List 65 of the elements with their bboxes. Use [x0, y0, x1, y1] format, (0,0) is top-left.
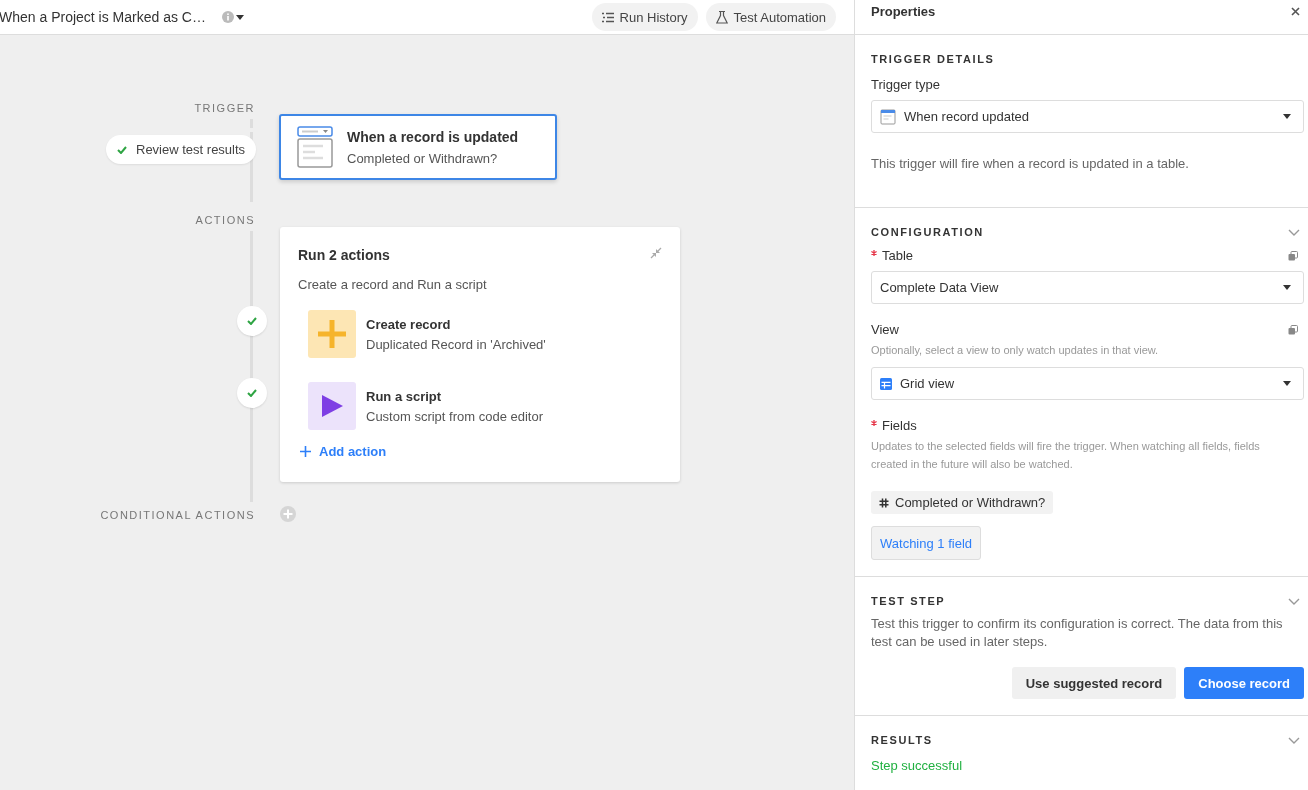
actions-card[interactable]: Run 2 actions Create a record and Run a script Create record Duplicated Record in 'Archived' Run a script Custom script from code editor Add action: [280, 227, 680, 482]
hash-icon: [879, 497, 889, 508]
conditional-actions-label: CONDITIONAL ACTIONS: [100, 509, 255, 521]
check-icon: [117, 145, 127, 154]
trigger-title: When a record is updated: [347, 128, 519, 145]
field-hint: Optionally, select a view to only watch updates in that view.: [871, 343, 1160, 358]
add-icon[interactable]: [280, 506, 296, 522]
choose-record-button[interactable]: Choose record: [1184, 667, 1304, 699]
trigger-description: This trigger will fire when a record is updated in a table.: [871, 155, 1190, 173]
collapse-icon[interactable]: [650, 247, 662, 259]
required-icon: [871, 420, 877, 426]
table-dropdown[interactable]: Complete Data View: [871, 271, 1304, 304]
caret-icon: [1283, 381, 1291, 386]
close-icon[interactable]: [1291, 6, 1300, 16]
plus-icon: [308, 310, 356, 358]
add-action-link[interactable]: Add action: [300, 444, 387, 459]
trigger-type-dropdown[interactable]: When record updated: [871, 100, 1304, 133]
plus-icon: [300, 446, 311, 457]
trigger-label: TRIGGER: [194, 102, 255, 114]
check-icon: [247, 389, 257, 397]
actions-label: ACTIONS: [195, 214, 255, 226]
panel-title: Properties: [871, 3, 936, 19]
field-label: Table: [871, 248, 914, 263]
info-menu[interactable]: [221, 11, 244, 23]
expand-icon[interactable]: [1288, 250, 1298, 261]
test-automation-button[interactable]: Test Automation: [705, 3, 836, 31]
field-label: Fields: [871, 418, 917, 433]
review-test-results-button[interactable]: Review test results: [106, 135, 257, 164]
field-label: Trigger type: [871, 77, 940, 92]
result-status: Step successful: [871, 758, 964, 773]
expand-icon[interactable]: [1288, 324, 1298, 335]
actions-subtitle: Create a record and Run a script: [298, 277, 488, 292]
record-form-icon: [880, 108, 896, 125]
section-heading: RESULTS: [871, 734, 933, 746]
action-title: Run a script: [366, 388, 443, 404]
grid-icon: [880, 377, 892, 390]
action-subtitle: Custom script from code editor: [366, 408, 543, 424]
caret-icon: [1283, 285, 1291, 290]
test-step-description: Test this trigger to confirm its configuration is correct. The data from this test can be used in later steps.: [871, 615, 1284, 651]
section-heading: CONFIGURATION: [871, 226, 984, 238]
view-dropdown[interactable]: Grid view: [871, 367, 1304, 400]
chevron-down-icon[interactable]: [1288, 736, 1300, 744]
required-icon: [871, 250, 877, 256]
caret-icon: [235, 14, 244, 20]
check-icon: [247, 317, 257, 325]
chevron-down-icon[interactable]: [1288, 597, 1300, 605]
action-title: Create record: [366, 316, 452, 332]
action-subtitle: Duplicated Record in 'Archived': [366, 336, 546, 352]
list-icon: [601, 11, 614, 23]
field-chip: Completed or Withdrawn?: [871, 491, 1054, 514]
suggested-record-button[interactable]: Use suggested record: [1011, 667, 1177, 699]
section-heading: TEST STEP: [871, 595, 946, 607]
flask-icon: [715, 10, 728, 24]
chevron-down-icon[interactable]: [1288, 228, 1300, 236]
trigger-card[interactable]: When a record is updated Completed or Withdrawn?: [279, 114, 557, 180]
field-label: View: [871, 322, 899, 337]
trigger-subtitle: Completed or Withdrawn?: [347, 150, 499, 166]
record-form-icon: [297, 126, 333, 168]
info-icon: [221, 11, 234, 23]
caret-icon: [1283, 114, 1291, 119]
field-hint: Updates to the selected fields will fire the trigger. When watching all fields, fields created in the future will also be watched.: [871, 439, 1261, 472]
run-history-button[interactable]: Run History: [591, 3, 698, 31]
play-icon: [308, 382, 356, 430]
section-heading: TRIGGER DETAILS: [871, 53, 996, 65]
actions-title: Run 2 actions: [298, 247, 390, 263]
